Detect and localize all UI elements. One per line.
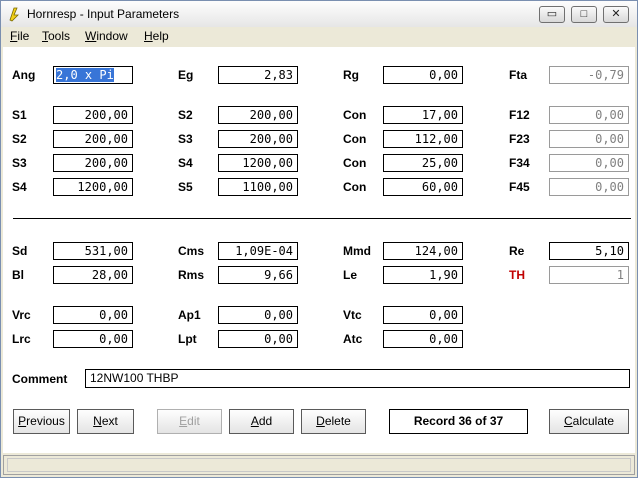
f45-label: F45 — [509, 180, 530, 194]
vrc-label: Vrc — [12, 308, 31, 322]
sd-field[interactable]: 531,00 — [53, 242, 133, 260]
close-button[interactable]: ✕ — [603, 6, 629, 23]
con3-label: Con — [343, 156, 367, 170]
atc-field[interactable]: 0,00 — [383, 330, 463, 348]
con2-label: Con — [343, 132, 367, 146]
th-label: TH — [509, 268, 525, 282]
con4-label: Con — [343, 180, 367, 194]
s3-label: S3 — [12, 156, 27, 170]
f34-field: 0,00 — [549, 154, 629, 172]
bl-label: Bl — [12, 268, 24, 282]
s3-field[interactable]: 200,00 — [53, 154, 133, 172]
ang-value: 2,0 x Pi — [56, 68, 114, 82]
menu-tools[interactable]: Tools — [42, 29, 70, 43]
minimize-icon: ▭ — [546, 8, 558, 20]
maximize-icon: □ — [580, 8, 588, 20]
rg-field[interactable]: 0,00 — [383, 66, 463, 84]
ang-field[interactable]: 2,0 x Pi — [53, 66, 133, 84]
s2-field[interactable]: 200,00 — [53, 130, 133, 148]
s4-field-seg3[interactable]: 1200,00 — [218, 154, 298, 172]
re-label: Re — [509, 244, 525, 258]
edit-button: Edit — [157, 409, 222, 434]
con1-label: Con — [343, 108, 367, 122]
f12-label: F12 — [509, 108, 530, 122]
eg-field[interactable]: 2,83 — [218, 66, 298, 84]
s4-field[interactable]: 1200,00 — [53, 178, 133, 196]
s2-field-seg1[interactable]: 200,00 — [218, 106, 298, 124]
title-bar: Hornresp - Input Parameters ▭ □ ✕ — [1, 1, 637, 28]
menu-window[interactable]: Window — [85, 29, 128, 43]
f23-field: 0,00 — [549, 130, 629, 148]
ap1-label: Ap1 — [178, 308, 201, 322]
menu-help[interactable]: Help — [144, 29, 169, 43]
rms-field[interactable]: 9,66 — [218, 266, 298, 284]
minimize-button[interactable]: ▭ — [539, 6, 565, 23]
f34-label: F34 — [509, 156, 530, 170]
calculate-button[interactable]: Calculate — [549, 409, 629, 434]
f23-label: F23 — [509, 132, 530, 146]
s5-label: S5 — [178, 180, 193, 194]
vtc-label: Vtc — [343, 308, 362, 322]
cms-field[interactable]: 1,09E-04 — [218, 242, 298, 260]
s4-label: S4 — [12, 180, 27, 194]
rms-label: Rms — [178, 268, 205, 282]
input-parameters-panel: Ang 2,0 x Pi Eg 2,83 Rg 0,00 Fta -0,79 S… — [3, 47, 635, 453]
maximize-button[interactable]: □ — [571, 6, 597, 23]
menu-bar: File Tools Window Help — [1, 27, 637, 45]
ap1-field[interactable]: 0,00 — [218, 306, 298, 324]
main-window: Hornresp - Input Parameters ▭ □ ✕ File T… — [0, 0, 638, 478]
next-button[interactable]: Next — [77, 409, 134, 434]
lrc-field[interactable]: 0,00 — [53, 330, 133, 348]
window-title: Hornresp - Input Parameters — [27, 7, 180, 21]
sd-label: Sd — [12, 244, 28, 258]
atc-label: Atc — [343, 332, 363, 346]
fta-field: -0,79 — [549, 66, 629, 84]
con3-field[interactable]: 25,00 — [383, 154, 463, 172]
lpt-label: Lpt — [178, 332, 197, 346]
s1-label: S1 — [12, 108, 27, 122]
s3-field-seg2[interactable]: 200,00 — [218, 130, 298, 148]
mmd-label: Mmd — [343, 244, 371, 258]
con2-field[interactable]: 112,00 — [383, 130, 463, 148]
lpt-field[interactable]: 0,00 — [218, 330, 298, 348]
con4-field[interactable]: 60,00 — [383, 178, 463, 196]
record-indicator: Record 36 of 37 — [389, 409, 528, 434]
comment-label: Comment — [12, 372, 68, 386]
s4-label-seg3: S4 — [178, 156, 193, 170]
s2-label: S2 — [178, 108, 193, 122]
app-logo-icon — [9, 7, 19, 22]
fta-label: Fta — [509, 68, 527, 82]
eg-label: Eg — [178, 68, 194, 82]
le-label: Le — [343, 268, 358, 282]
s2-label-left: S2 — [12, 132, 27, 146]
vrc-field[interactable]: 0,00 — [53, 306, 133, 324]
comment-input[interactable]: 12NW100 THBP — [85, 369, 630, 388]
menu-file[interactable]: File — [10, 29, 29, 43]
status-bar — [3, 455, 635, 475]
f45-field: 0,00 — [549, 178, 629, 196]
re-field[interactable]: 5,10 — [549, 242, 629, 260]
mmd-field[interactable]: 124,00 — [383, 242, 463, 260]
s5-field[interactable]: 1100,00 — [218, 178, 298, 196]
previous-button[interactable]: Previous — [13, 409, 70, 434]
th-field: 1 — [549, 266, 629, 284]
f12-field: 0,00 — [549, 106, 629, 124]
close-icon: ✕ — [611, 8, 621, 20]
cms-label: Cms — [178, 244, 205, 258]
rg-label: Rg — [343, 68, 359, 82]
bl-field[interactable]: 28,00 — [53, 266, 133, 284]
s1-field[interactable]: 200,00 — [53, 106, 133, 124]
add-button[interactable]: Add — [229, 409, 294, 434]
s3-label-seg2: S3 — [178, 132, 193, 146]
lrc-label: Lrc — [12, 332, 31, 346]
status-panel — [7, 458, 631, 472]
le-field[interactable]: 1,90 — [383, 266, 463, 284]
con1-field[interactable]: 17,00 — [383, 106, 463, 124]
section-divider — [13, 218, 631, 219]
vtc-field[interactable]: 0,00 — [383, 306, 463, 324]
ang-label: Ang — [12, 68, 36, 82]
delete-button[interactable]: Delete — [301, 409, 366, 434]
